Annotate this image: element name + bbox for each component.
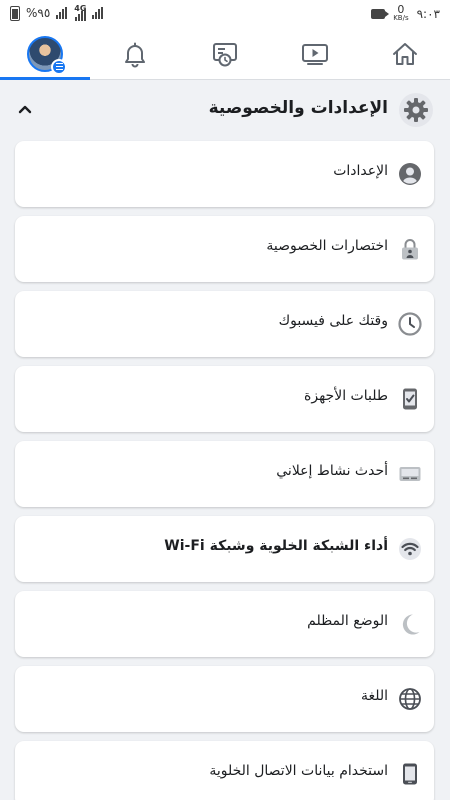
list-item-recent-ad-activity[interactable]: أحدث نشاط إعلاني (15, 441, 434, 507)
user-circle-icon (399, 163, 421, 185)
list-item-label: استخدام بيانات الاتصال الخلوية (209, 763, 388, 779)
tab-menu[interactable] (0, 28, 90, 80)
list-item-label: اللغة (360, 688, 388, 704)
tab-home[interactable] (360, 28, 450, 79)
list-item-label: الإعدادات (333, 163, 388, 179)
list-item-label: أحدث نشاط إعلاني (276, 463, 388, 479)
status-bar: %٩٥ 4G 0 KB/s ٩:٠٣ (0, 0, 450, 28)
signal-icon-2 (74, 9, 86, 21)
clock-icon (398, 312, 422, 336)
moon-icon (402, 614, 420, 635)
video-icon (302, 43, 328, 65)
battery-level: %٩٥ (26, 6, 51, 20)
avatar (27, 35, 67, 75)
list-item-network-performance[interactable]: أداء الشبكة الخلوية وشبكة Wi-Fi (15, 516, 434, 582)
tab-watch[interactable] (270, 28, 360, 79)
signal-icon-3 (92, 7, 104, 19)
tab-news[interactable] (180, 28, 270, 79)
lock-icon (402, 239, 418, 260)
bell-icon (125, 42, 145, 67)
ad-card-icon (399, 467, 421, 481)
video-record-icon (371, 9, 390, 19)
list-item-label: وقتك على فيسبوك (278, 313, 388, 329)
list-item-privacy-shortcuts[interactable]: اختصارات الخصوصية (15, 216, 434, 282)
globe-icon (399, 688, 421, 710)
home-icon (393, 42, 417, 65)
device-check-icon (403, 388, 417, 410)
list-item-label: أداء الشبكة الخلوية وشبكة Wi-Fi (164, 538, 388, 554)
chevron-up-icon[interactable] (14, 98, 36, 120)
signal-icon (56, 7, 68, 19)
speed-unit: KB/s (393, 14, 409, 22)
list-item-label: طلبات الأجهزة (304, 388, 388, 404)
status-right: 0 KB/s ٩:٠٣ (371, 3, 440, 23)
clock: ٩:٠٣ (416, 7, 440, 21)
menu-icon (51, 58, 67, 75)
top-nav (0, 28, 450, 80)
wifi-icon (399, 538, 421, 560)
list-item-time-on-facebook[interactable]: وقتك على فيسبوك (15, 291, 434, 357)
status-left: %٩٥ 4G (10, 5, 104, 21)
list-item-language[interactable]: اللغة (15, 666, 434, 732)
speed-value: 0 (397, 3, 405, 16)
list-item-label: الوضع المظلم (307, 613, 388, 629)
list-item-device-requests[interactable]: طلبات الأجهزة (15, 366, 434, 432)
network-speed: 0 KB/s (393, 3, 409, 23)
settings-privacy-header[interactable]: الإعدادات والخصوصية (0, 88, 450, 132)
tab-notifications[interactable] (90, 28, 180, 79)
list-item-dark-mode[interactable]: الوضع المظلم (15, 591, 434, 657)
phone-icon (403, 763, 417, 785)
battery-icon (10, 5, 20, 21)
list-item-cellular-data-use[interactable]: استخدام بيانات الاتصال الخلوية (15, 741, 434, 800)
news-clock-icon (213, 42, 237, 66)
list-item-label: اختصارات الخصوصية (266, 238, 388, 254)
gear-icon (399, 93, 433, 127)
list-item-settings[interactable]: الإعدادات (15, 141, 434, 207)
section-title: الإعدادات والخصوصية (208, 98, 388, 118)
